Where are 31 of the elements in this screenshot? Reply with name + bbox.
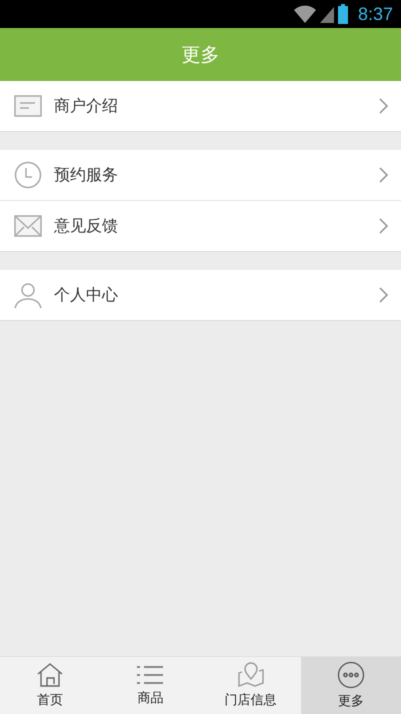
menu-item[interactable]: 预约服务	[0, 150, 401, 200]
home-icon	[36, 662, 64, 688]
menu-label: 个人中心	[54, 284, 119, 306]
more-icon	[336, 661, 365, 689]
menu-label: 意见反馈	[54, 216, 119, 236]
clock-icon	[14, 161, 42, 189]
tab-label: 更多	[338, 693, 364, 710]
tab-label: 首页	[37, 692, 64, 709]
page-title: 更多	[182, 42, 220, 68]
person-icon	[14, 281, 42, 309]
signal-icon	[320, 5, 334, 23]
tab[interactable]: 首页	[0, 657, 100, 714]
menu-item[interactable]: 商户介绍	[0, 81, 401, 131]
wifi-icon	[294, 5, 316, 23]
battery-icon	[338, 4, 348, 24]
menu-label: 预约服务	[54, 164, 119, 186]
map-pin-icon	[236, 662, 265, 688]
clock-time: 8:37	[358, 4, 393, 24]
chevron-icon	[379, 287, 389, 303]
tab[interactable]: 商品	[100, 657, 200, 714]
list-icon	[136, 664, 164, 686]
tab[interactable]: 更多	[300, 657, 401, 714]
tab-label: 门店信息	[224, 692, 277, 709]
chevron-icon	[379, 218, 389, 234]
chevron-icon	[379, 167, 389, 183]
menu-label: 商户介绍	[54, 96, 119, 116]
chevron-icon	[379, 98, 389, 114]
tab-label: 商品	[137, 690, 164, 707]
menu-item[interactable]: 个人中心	[0, 270, 401, 320]
tab[interactable]: 门店信息	[200, 657, 301, 714]
menu-item[interactable]: 意见反馈	[0, 200, 401, 251]
